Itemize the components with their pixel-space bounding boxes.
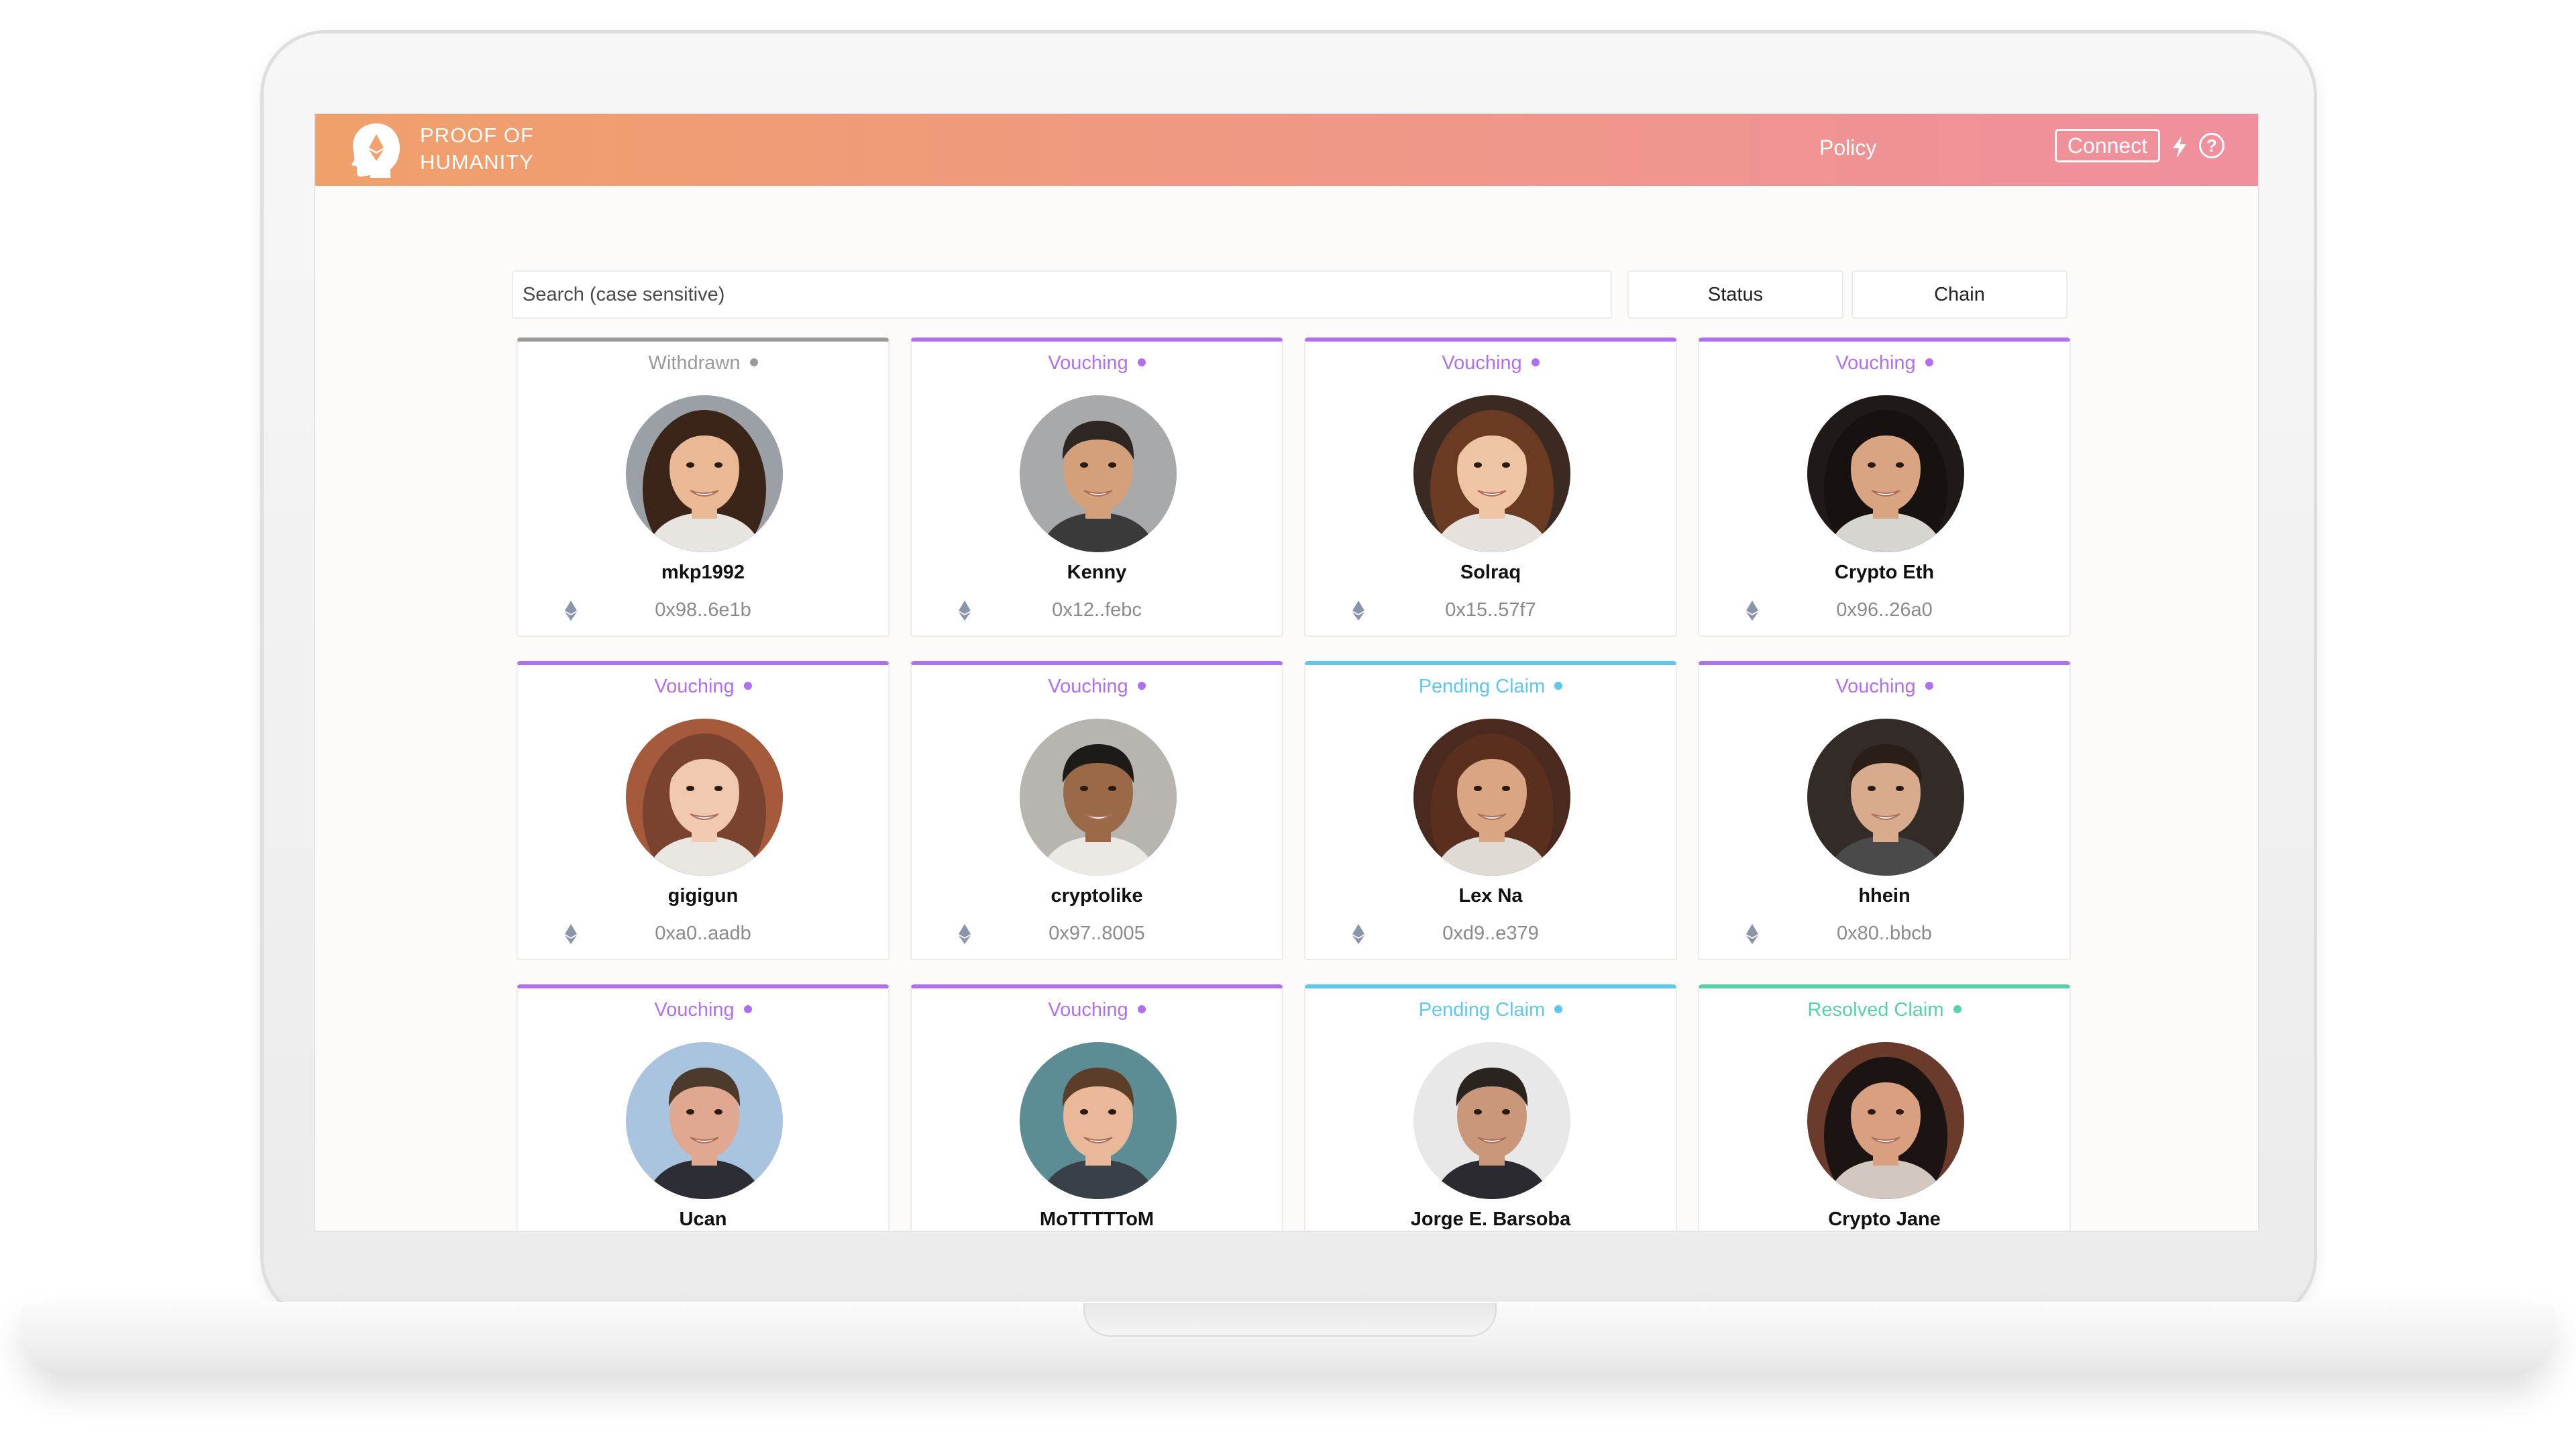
profile-name: cryptolike [1051, 885, 1143, 907]
brand-line-1: PROOF OF [420, 123, 534, 147]
profile-card[interactable]: Withdrawn mkp1992 0x98..6e1b [517, 338, 890, 637]
status-label: Vouching [912, 999, 1282, 1021]
status-label: Pending Claim [1305, 676, 1676, 698]
profile-name: Lex Na [1458, 885, 1523, 907]
status-text: Pending Claim [1418, 999, 1546, 1021]
app-screen: PROOF OF HUMANITY Policy Connect ? Statu… [315, 114, 2258, 1231]
profile-card[interactable]: Vouching MoTTTTToM [910, 984, 1283, 1231]
profile-card[interactable]: Vouching Solraq 0x15..57f7 [1304, 338, 1677, 637]
wallet-address: 0xd9..e379 [1442, 923, 1539, 944]
lightning-bolt-icon[interactable] [2171, 136, 2188, 158]
wallet-address: 0x96..26a0 [1836, 599, 1933, 621]
avatar [1020, 1042, 1177, 1199]
profile-card[interactable]: Vouching cryptolike 0x97..8005 [910, 661, 1283, 960]
profile-card[interactable]: Vouching gigigun 0xa0..aadb [517, 661, 890, 960]
profile-card[interactable]: Pending Claim Lex Na 0xd9..e379 [1304, 661, 1677, 960]
chain-filter-button[interactable]: Chain [1851, 270, 2068, 319]
wallet-address: 0x98..6e1b [655, 599, 751, 621]
wallet-address: 0xa0..aadb [655, 923, 751, 944]
status-label: Withdrawn [518, 352, 888, 374]
status-text: Vouching [654, 999, 735, 1021]
search-input[interactable] [512, 270, 1612, 319]
status-dot-icon [1137, 358, 1146, 367]
status-text: Vouching [654, 676, 735, 697]
status-label: Pending Claim [1305, 999, 1676, 1021]
help-icon[interactable]: ? [2199, 133, 2224, 158]
status-dot-icon [1137, 682, 1146, 690]
proof-of-humanity-logo-icon[interactable] [350, 122, 402, 178]
status-label: Vouching [1699, 676, 2070, 698]
avatar [1413, 1042, 1570, 1199]
status-text: Vouching [1835, 352, 1916, 374]
status-label: Vouching [1699, 352, 2070, 374]
status-dot-icon [1953, 1005, 1962, 1014]
profile-name: mkp1992 [661, 562, 745, 583]
nav-policy-link[interactable]: Policy [1819, 136, 1876, 160]
status-text: Vouching [1048, 999, 1128, 1021]
profile-card[interactable]: Resolved Claim Crypto Jane [1698, 984, 2071, 1231]
status-text: Vouching [1048, 676, 1128, 697]
profile-card[interactable]: Vouching hhein 0x80..bbcb [1698, 661, 2071, 960]
status-text: Pending Claim [1418, 676, 1546, 697]
wallet-address: 0x15..57f7 [1445, 599, 1536, 621]
profile-card[interactable]: Vouching Crypto Eth 0x96..26a0 [1698, 338, 2071, 637]
top-navbar: PROOF OF HUMANITY Policy Connect ? [315, 114, 2258, 186]
avatar [1807, 1042, 1964, 1199]
status-dot-icon [743, 682, 752, 690]
brand-name[interactable]: PROOF OF HUMANITY [420, 122, 534, 176]
status-dot-icon [1531, 358, 1540, 367]
status-label: Vouching [518, 676, 888, 698]
avatar [1413, 719, 1570, 876]
status-dot-icon [1137, 1005, 1146, 1014]
profile-name: Jorge E. Barsoba [1410, 1209, 1571, 1230]
avatar [1020, 395, 1177, 552]
profile-name: Kenny [1067, 562, 1127, 583]
connect-button[interactable]: Connect [2055, 129, 2160, 162]
status-dot-icon [1925, 682, 1933, 690]
status-dot-icon [1925, 358, 1933, 367]
status-text: Withdrawn [648, 352, 741, 374]
status-dot-icon [743, 1005, 752, 1014]
avatar [1807, 395, 1964, 552]
profile-card[interactable]: Vouching Ucan [517, 984, 890, 1231]
avatar [1413, 395, 1570, 552]
status-label: Vouching [912, 676, 1282, 698]
profile-name: MoTTTTToM [1039, 1209, 1155, 1230]
status-label: Vouching [1305, 352, 1676, 374]
brand-line-2: HUMANITY [420, 150, 534, 174]
avatar [626, 1042, 783, 1199]
avatar [1020, 719, 1177, 876]
status-dot-icon [1554, 1005, 1563, 1014]
wallet-address: 0x80..bbcb [1837, 923, 1932, 944]
status-label: Vouching [912, 352, 1282, 374]
wallet-address: 0x97..8005 [1049, 923, 1145, 944]
profile-name: hhein [1858, 885, 1911, 907]
status-text: Vouching [1442, 352, 1522, 374]
profile-name: Crypto Jane [1828, 1209, 1941, 1230]
status-dot-icon [749, 358, 758, 367]
status-text: Vouching [1048, 352, 1128, 374]
avatar [626, 719, 783, 876]
profile-card[interactable]: Pending Claim Jorge E. Barsoba [1304, 984, 1677, 1231]
wallet-address: 0x12..febc [1052, 599, 1142, 621]
profile-name: Crypto Eth [1834, 562, 1935, 583]
profile-name: Ucan [679, 1209, 727, 1230]
avatar [626, 395, 783, 552]
status-text: Resolved Claim [1807, 999, 1944, 1021]
status-text: Vouching [1835, 676, 1916, 697]
status-label: Resolved Claim [1699, 999, 2070, 1021]
avatar [1807, 719, 1964, 876]
status-label: Vouching [518, 999, 888, 1021]
profile-name: Solraq [1460, 562, 1521, 583]
profile-card[interactable]: Vouching Kenny 0x12..febc [910, 338, 1283, 637]
status-dot-icon [1554, 682, 1563, 690]
profile-name: gigigun [667, 885, 739, 907]
laptop-notch [1083, 1303, 1497, 1337]
status-filter-button[interactable]: Status [1627, 270, 1843, 319]
